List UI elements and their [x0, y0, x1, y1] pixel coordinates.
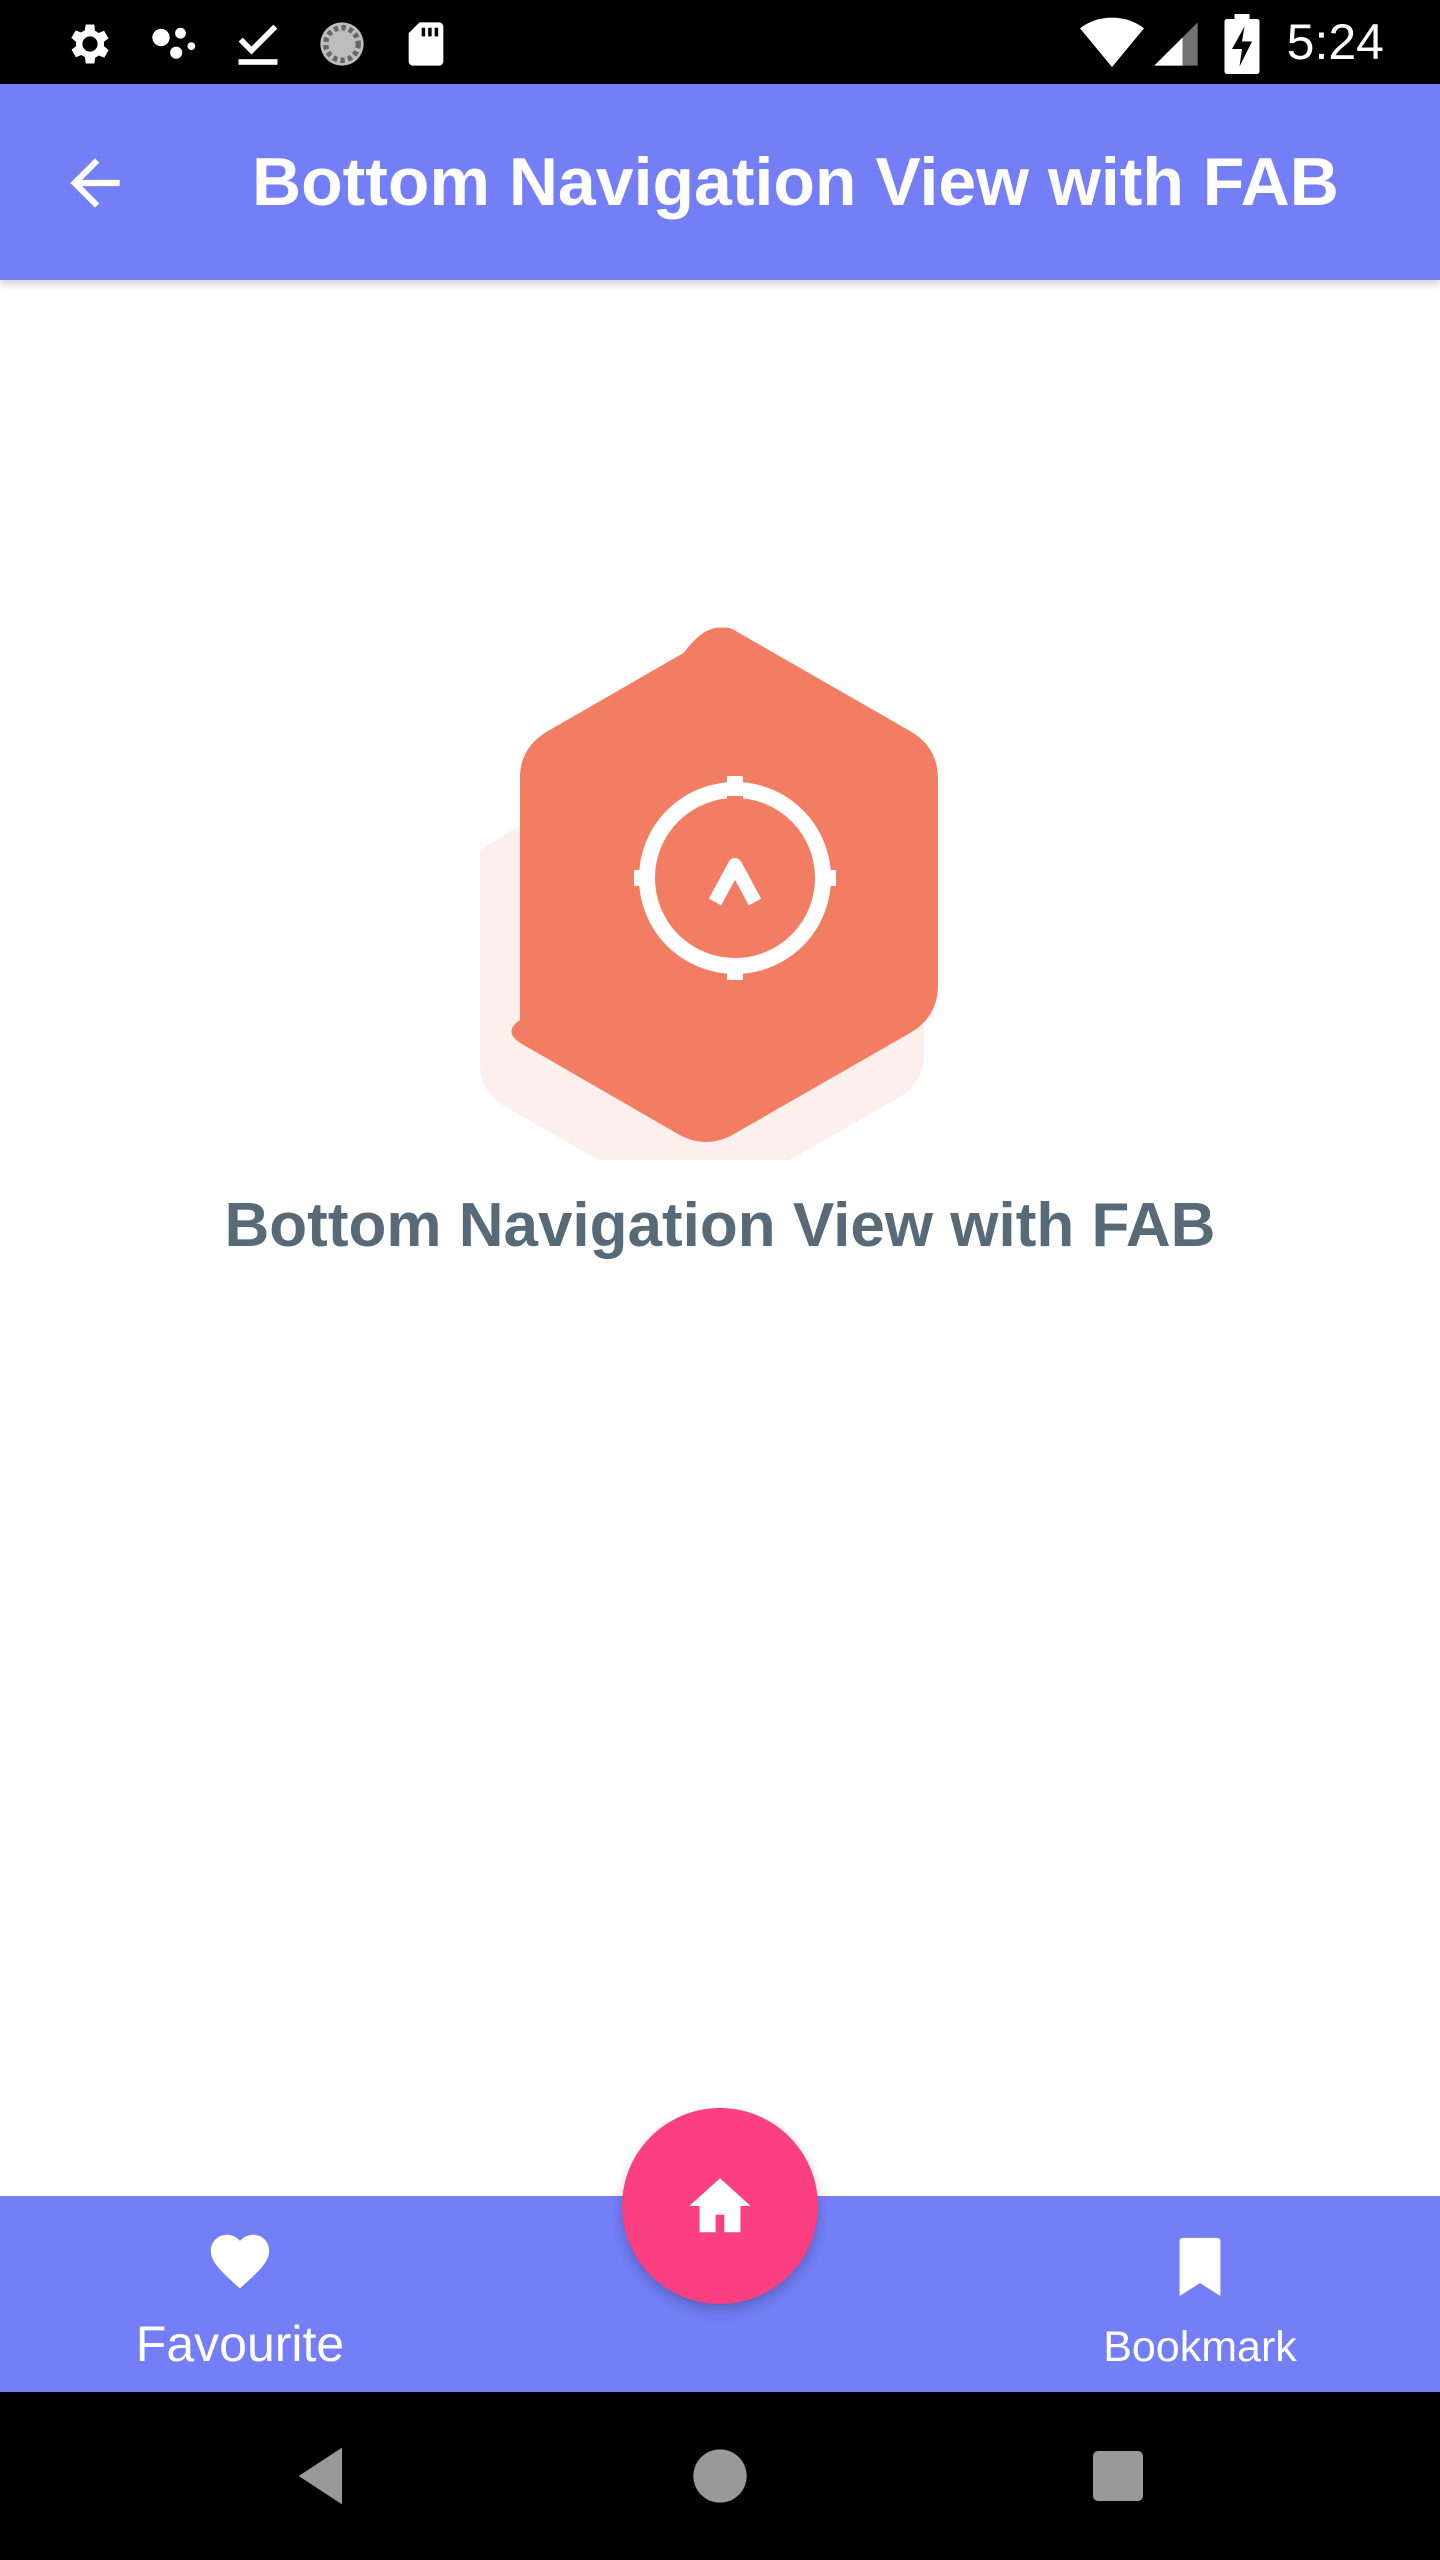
home-icon [685, 2171, 755, 2241]
loading-circle-icon [316, 18, 368, 70]
back-triangle-icon[interactable] [282, 2436, 362, 2516]
nav-label-bookmark: Bookmark [1103, 2323, 1297, 2371]
heart-icon [205, 2226, 275, 2296]
settings-icon [64, 18, 116, 70]
home-circle-icon[interactable] [680, 2436, 760, 2516]
page-title: Bottom Navigation View with FAB [252, 144, 1339, 220]
download-done-icon [232, 18, 284, 70]
assistant-dots-icon [148, 18, 200, 70]
nav-label-favourite: Favourite [135, 2316, 345, 2372]
nav-item-favourite[interactable]: Favourite [100, 2196, 380, 2392]
recents-square-icon[interactable] [1078, 2436, 1158, 2516]
signal-icon [1150, 16, 1202, 72]
battery-charging-icon [1224, 14, 1260, 74]
arrow-back-icon[interactable] [58, 146, 132, 220]
wifi-icon [1080, 14, 1144, 72]
sd-card-icon [400, 18, 452, 70]
system-navigation-bar [0, 2392, 1440, 2560]
status-bar: 5:24 [0, 0, 1440, 84]
nav-item-bookmark[interactable]: Bookmark [1070, 2196, 1330, 2392]
app-bar: Bottom Navigation View with FAB [0, 84, 1440, 280]
compass-hexagon-icon [480, 620, 960, 1160]
content-title: Bottom Navigation View with FAB [224, 1191, 1216, 1260]
home-fab-button[interactable] [622, 2108, 818, 2304]
bookmark-icon [1165, 2232, 1235, 2302]
status-time: 5:24 [1286, 14, 1384, 70]
app-screen: 5:24 Bottom Navigation View with FAB Bot… [0, 0, 1440, 2560]
